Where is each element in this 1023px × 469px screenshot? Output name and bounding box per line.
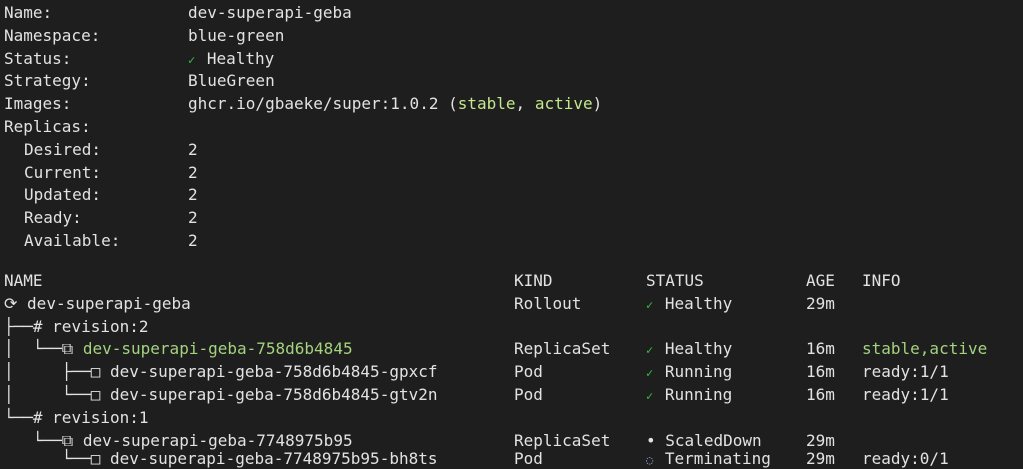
summary-namespace-row: Namespace: blue-green xyxy=(0,25,284,48)
status-value: Healthy xyxy=(206,48,275,68)
row-age: 29m xyxy=(806,293,835,313)
header-status: STATUS xyxy=(646,271,704,290)
header-info: INFO xyxy=(862,271,901,290)
terminating-icon: ◌ xyxy=(646,453,654,467)
images-separator: , xyxy=(515,94,526,114)
images-value: ghcr.io/gbaeke/super:1.0.2 xyxy=(188,94,439,114)
row-name: dev-superapi-geba-758d6b4845-gpxcf xyxy=(109,362,438,382)
replicas-label: Replicas: xyxy=(4,117,91,136)
row-name: dev-superapi-geba-758d6b4845 xyxy=(82,339,353,359)
image-tag-active: active xyxy=(534,94,593,114)
status-value-wrap: ✓ Healthy xyxy=(188,48,274,72)
row-status: Healthy xyxy=(664,339,733,359)
row-name: dev-superapi-geba-758d6b4845-gtv2n xyxy=(109,385,438,404)
desired-label: Desired: xyxy=(24,139,102,159)
name-label: Name: xyxy=(4,3,53,22)
pod-icon: │ ├──□ xyxy=(4,362,110,382)
replicaset-icon: │ └──⧉ xyxy=(4,339,83,359)
ready-value: 2 xyxy=(188,208,198,228)
images-label: Images: xyxy=(4,94,72,114)
summary-name-row: Name: dev-superapi-geba xyxy=(0,2,352,25)
summary-replicas-row: Replicas: xyxy=(0,116,91,139)
table-row: ├──# revision:2 xyxy=(0,316,149,339)
image-tag-stable: stable xyxy=(457,94,516,114)
images-open-paren: ( xyxy=(448,94,458,114)
status-label: Status: xyxy=(4,48,72,68)
scaled-down-dot-icon: • xyxy=(646,430,656,450)
row-info: ready:1/1 xyxy=(862,362,949,382)
row-kind: Pod xyxy=(514,385,543,404)
row-info: ready:1/1 xyxy=(862,385,949,404)
summary-ready-row: Ready: 2 xyxy=(0,207,198,230)
row-age: 16m xyxy=(806,339,835,359)
desired-value: 2 xyxy=(188,139,198,159)
summary-available-row: Available: 2 xyxy=(0,230,198,253)
summary-status-row: Status: ✓ Healthy xyxy=(0,48,274,71)
table-row: │ └──⧉ dev-superapi-geba-758d6b4845 Repl… xyxy=(0,338,987,361)
summary-current-row: Current: 2 xyxy=(0,162,198,185)
images-close-paren: ) xyxy=(592,94,603,114)
healthy-check-icon: ✓ xyxy=(646,297,654,312)
strategy-value: BlueGreen xyxy=(188,71,275,91)
table-header-row: NAME KIND STATUS AGE INFO xyxy=(0,270,901,293)
row-age: 16m xyxy=(806,362,835,382)
tree-branch-icon: ├──# xyxy=(4,316,53,336)
summary-updated-row: Updated: 2 xyxy=(0,184,198,207)
healthy-check-icon: ✓ xyxy=(646,343,654,358)
row-name: revision:2 xyxy=(52,316,149,336)
namespace-label: Namespace: xyxy=(4,25,101,45)
row-status: Healthy xyxy=(664,293,733,313)
name-value: dev-superapi-geba xyxy=(188,3,352,22)
header-age: AGE xyxy=(806,271,835,290)
images-value-wrap: ghcr.io/gbaeke/super:1.0.2 (stable, acti… xyxy=(188,93,602,116)
row-name: revision:1 xyxy=(52,407,149,427)
row-status: Running xyxy=(664,362,733,382)
summary-strategy-row: Strategy: BlueGreen xyxy=(0,70,275,93)
row-info: ready:0/1 xyxy=(862,449,949,468)
updated-label: Updated: xyxy=(24,185,102,205)
pod-icon: └──□ xyxy=(4,449,110,468)
row-status: ScaledDown xyxy=(665,430,762,450)
summary-desired-row: Desired: 2 xyxy=(0,139,198,162)
table-row: ⟳ dev-superapi-geba Rollout ✓ Healthy 29… xyxy=(0,293,835,316)
updated-value: 2 xyxy=(188,185,198,205)
available-label: Available: xyxy=(24,231,121,250)
tree-branch-icon: └──# xyxy=(4,407,53,427)
available-value: 2 xyxy=(188,231,198,250)
rollout-icon: ⟳ xyxy=(4,293,28,313)
table-row: └──# revision:1 xyxy=(0,407,149,430)
healthy-check-icon: ✓ xyxy=(646,366,654,381)
table-row: │ └──□ dev-superapi-geba-758d6b4845-gtv2… xyxy=(0,384,949,407)
row-name: dev-superapi-geba-7748975b95-bh8ts xyxy=(109,449,438,468)
row-status: Running xyxy=(664,385,733,404)
row-kind: ReplicaSet xyxy=(514,339,611,359)
header-name: NAME xyxy=(4,271,43,290)
header-kind: KIND xyxy=(514,271,553,290)
healthy-check-icon: ✓ xyxy=(646,389,654,403)
current-value: 2 xyxy=(188,162,198,182)
row-name: dev-superapi-geba-7748975b95 xyxy=(82,430,353,450)
table-row: │ ├──□ dev-superapi-geba-758d6b4845-gpxc… xyxy=(0,361,949,384)
healthy-check-icon: ✓ xyxy=(188,52,196,67)
row-age: 29m xyxy=(806,449,835,468)
row-kind: Pod xyxy=(514,449,543,468)
row-name: dev-superapi-geba xyxy=(27,293,191,313)
summary-images-row: Images: ghcr.io/gbaeke/super:1.0.2 (stab… xyxy=(0,93,602,116)
strategy-label: Strategy: xyxy=(4,71,91,91)
table-row: └──□ dev-superapi-geba-7748975b95-bh8ts … xyxy=(0,448,949,469)
row-info: stable,active xyxy=(862,339,988,359)
row-status: Terminating xyxy=(664,449,771,468)
current-label: Current: xyxy=(24,162,102,182)
pod-icon: │ └──□ xyxy=(4,385,110,404)
row-kind: Rollout xyxy=(514,293,582,313)
row-age: 16m xyxy=(806,385,835,404)
row-kind: Pod xyxy=(514,362,543,382)
ready-label: Ready: xyxy=(24,208,82,228)
namespace-value: blue-green xyxy=(188,25,285,45)
replicaset-icon: └──⧉ xyxy=(4,430,83,450)
